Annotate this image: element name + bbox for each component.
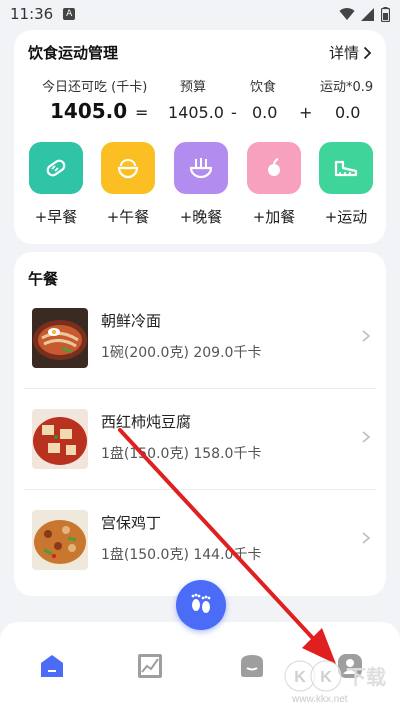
nav-home[interactable] [38, 652, 66, 680]
lunch-card: 午餐 朝鲜冷面 1碗(200.0克) 209.0千卡 西红柿炖豆腐 1盘(150… [14, 252, 386, 596]
footprint-icon [191, 593, 211, 613]
chevron-right-icon [362, 431, 371, 443]
budget-value: 1405.0 [168, 103, 224, 122]
list-item[interactable]: 朝鲜冷面 1碗(200.0克) 209.0千卡 [24, 288, 376, 388]
a-notification-icon: A [63, 8, 76, 20]
food-value: 0.0 [252, 103, 278, 122]
summary-values: 1405.0 = 1405.0 - 0.0 + 0.0 [14, 99, 386, 123]
snack-fruit-icon [247, 142, 301, 194]
list-item[interactable]: 西红柿炖豆腐 1盘(150.0克) 158.0千卡 [24, 389, 376, 489]
chef-hat-icon [241, 655, 263, 677]
nav-kitchen[interactable] [238, 652, 266, 680]
diet-exercise-card: 饮食运动管理 详情 今日还可吃 (千卡) 预算 饮食 运动*0.9 1405.0… [14, 30, 386, 244]
detail-label: 详情 [328, 44, 359, 62]
status-time: 11:36 [10, 5, 54, 23]
svg-text:K: K [320, 669, 332, 686]
meals-title: 午餐 [28, 270, 59, 288]
budget-label: 预算 [180, 80, 207, 95]
food-portion: 1碗(200.0克) 209.0千卡 [101, 345, 262, 361]
lunch-bowl-icon [101, 142, 155, 194]
add-lunch-label: +午餐 [106, 208, 150, 226]
add-lunch-button[interactable]: +午餐 [100, 142, 156, 227]
svg-text:下载: 下载 [346, 665, 386, 689]
status-bar: 11:36 A [0, 0, 400, 28]
plus-sign: + [299, 103, 313, 122]
chevron-right-icon [362, 330, 371, 342]
remaining-label: 今日还可吃 (千卡) [42, 80, 148, 95]
nav-chart[interactable] [136, 652, 164, 680]
home-icon [41, 655, 63, 677]
add-exercise-label: +运动 [324, 208, 368, 226]
food-name: 宫保鸡丁 [101, 514, 162, 532]
battery-icon [381, 6, 390, 22]
signal-icon [361, 7, 374, 21]
quick-actions: +早餐 +午餐 +晚餐 +加餐 +运动 [28, 142, 374, 238]
minus-sign: - [231, 103, 237, 122]
food-label: 饮食 [250, 80, 277, 95]
food-portion: 1盘(150.0克) 158.0千卡 [101, 446, 262, 462]
chevron-right-icon [363, 46, 372, 59]
breakfast-bread-icon [29, 142, 83, 194]
svg-text:K: K [294, 669, 306, 686]
add-snack-label: +加餐 [252, 208, 296, 226]
watermark-url: www.kkx.net [292, 694, 348, 705]
chevron-right-icon [362, 532, 371, 544]
food-name: 西红柿炖豆腐 [101, 413, 192, 431]
add-exercise-button[interactable]: +运动 [318, 142, 374, 227]
chart-icon [138, 654, 162, 678]
exercise-label: 运动*0.9 [320, 80, 374, 95]
exercise-shoe-icon [319, 142, 373, 194]
add-breakfast-button[interactable]: +早餐 [28, 142, 84, 227]
remaining-value: 1405.0 [50, 99, 128, 123]
list-item[interactable]: 宫保鸡丁 1盘(150.0克) 144.0千卡 [24, 490, 376, 590]
food-image [32, 510, 88, 570]
exercise-value: 0.0 [335, 103, 361, 122]
wifi-icon [339, 7, 355, 20]
food-image [32, 308, 88, 368]
add-dinner-button[interactable]: +晚餐 [173, 142, 229, 227]
dinner-noodle-icon [174, 142, 228, 194]
summary-header: 饮食运动管理 详情 [28, 42, 372, 63]
status-indicators [339, 6, 390, 22]
food-image [32, 409, 88, 469]
detail-link[interactable]: 详情 [329, 42, 372, 63]
summary-title: 饮食运动管理 [28, 44, 119, 62]
add-snack-button[interactable]: +加餐 [246, 142, 302, 227]
footprint-fab[interactable] [176, 580, 226, 630]
food-name: 朝鲜冷面 [101, 312, 162, 330]
summary-labels: 今日还可吃 (千卡) 预算 饮食 运动*0.9 [14, 76, 386, 96]
add-breakfast-label: +早餐 [34, 208, 78, 226]
equals-sign: = [135, 103, 149, 122]
add-dinner-label: +晚餐 [179, 208, 223, 226]
food-portion: 1盘(150.0克) 144.0千卡 [101, 547, 262, 563]
